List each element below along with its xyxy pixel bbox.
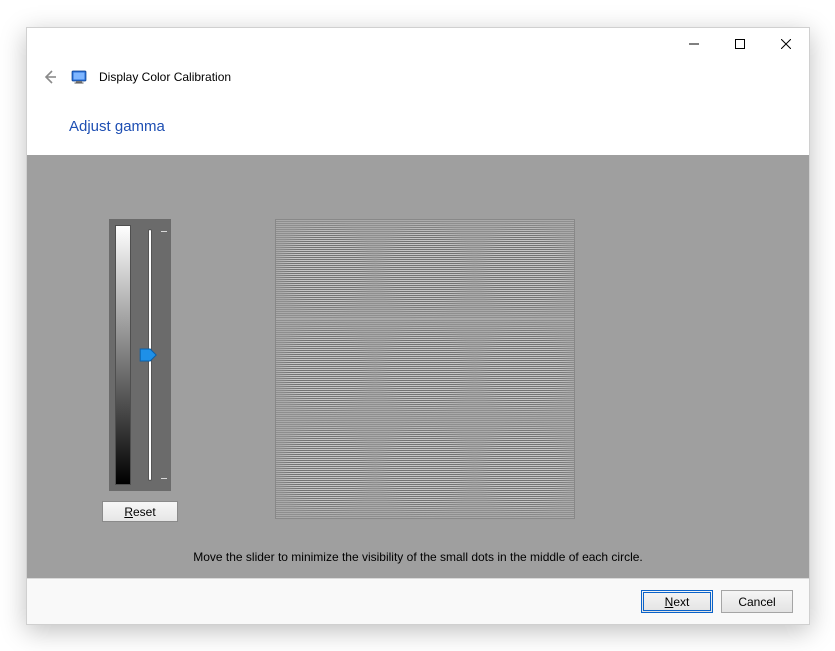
close-button[interactable] [763, 28, 809, 60]
titlebar [27, 28, 809, 60]
next-button[interactable]: Next [641, 590, 713, 613]
gamma-slider[interactable] [135, 225, 165, 485]
gradient-strip [115, 225, 131, 485]
page-heading: Adjust gamma [27, 96, 809, 155]
header: Display Color Calibration [27, 60, 809, 96]
pattern-cell [375, 319, 474, 418]
minimize-button[interactable] [671, 28, 717, 60]
gamma-test-pattern [275, 219, 575, 519]
pattern-cell [276, 419, 375, 518]
pattern-cell [475, 220, 574, 319]
pattern-cell [276, 319, 375, 418]
slider-tick-bottom [161, 478, 167, 479]
back-icon[interactable] [41, 68, 59, 86]
gamma-slider-frame [109, 219, 171, 491]
pattern-cell [375, 220, 474, 319]
app-icon [71, 69, 87, 85]
pattern-cell [475, 419, 574, 518]
content-area: Reset Move the slider to minimize the vi… [27, 155, 809, 578]
pattern-cell [475, 319, 574, 418]
cancel-button[interactable]: Cancel [721, 590, 793, 613]
slider-tick-top [161, 231, 167, 232]
pattern-cell [375, 419, 474, 518]
maximize-button[interactable] [717, 28, 763, 60]
calibration-window: Display Color Calibration Adjust gamma R… [26, 27, 810, 625]
reset-button[interactable]: Reset [102, 501, 178, 522]
slider-thumb[interactable] [139, 348, 157, 362]
pattern-cell [276, 220, 375, 319]
footer: Next Cancel [27, 578, 809, 624]
window-title: Display Color Calibration [99, 70, 231, 84]
instruction-text: Move the slider to minimize the visibili… [27, 550, 809, 564]
